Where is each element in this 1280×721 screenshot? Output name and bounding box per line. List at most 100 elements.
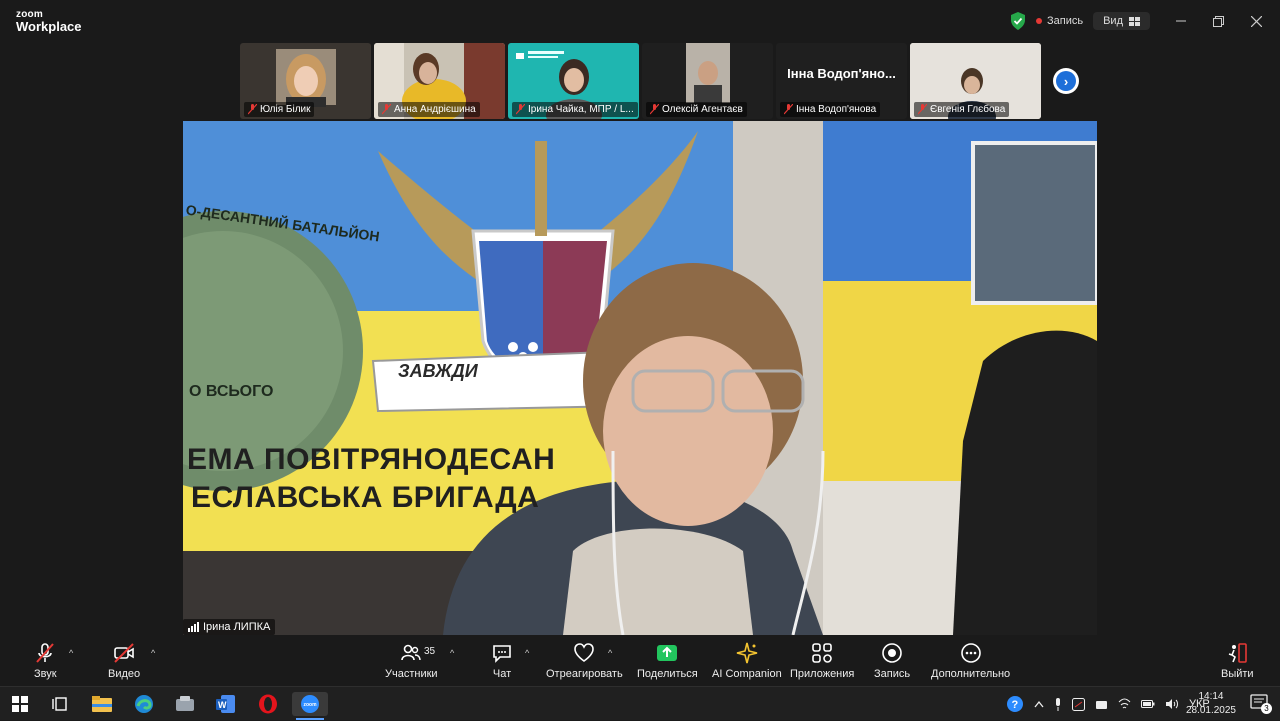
video-label: Видео	[108, 668, 141, 680]
view-button[interactable]: Вид	[1093, 12, 1150, 30]
leave-button[interactable]: Выйти	[1221, 642, 1254, 680]
participant-label: Євгенія Глєбова	[914, 102, 1010, 117]
more-button[interactable]: Дополнительно	[931, 642, 1010, 680]
app-button[interactable]	[173, 692, 197, 716]
clock[interactable]: 14:14 28.01.2025	[1186, 690, 1236, 718]
participant-tile[interactable]: Ірина Чайка, МПР / L...	[508, 43, 639, 119]
svg-text:W: W	[218, 700, 227, 710]
ai-companion-button[interactable]: AI Companion	[712, 642, 782, 680]
participant-name: Анна Андрієшина	[394, 104, 476, 115]
participant-name-card: Інна Водоп'яно...	[787, 65, 896, 81]
next-page-button[interactable]: ›	[1053, 68, 1079, 94]
react-caret-icon[interactable]: ^	[608, 648, 612, 658]
apps-button[interactable]: Приложения	[790, 642, 854, 680]
chat-caret-icon[interactable]: ^	[525, 648, 529, 658]
apps-icon	[812, 643, 832, 663]
chevron-right-icon: ›	[1056, 71, 1076, 91]
audio-options-caret-icon[interactable]: ^	[69, 648, 73, 658]
volume-icon[interactable]	[1165, 698, 1179, 710]
notification-count: 3	[1261, 703, 1272, 714]
video-button[interactable]: Видео	[108, 642, 140, 680]
participant-label: Ірина Чайка, МПР / L...	[512, 102, 638, 117]
battery-icon[interactable]	[1141, 699, 1155, 709]
participants-icon	[401, 644, 421, 661]
mic-muted-icon	[650, 104, 659, 115]
restore-icon	[1212, 15, 1224, 27]
chevron-up-icon[interactable]	[1034, 700, 1044, 708]
share-label: Поделиться	[637, 668, 698, 680]
edge-icon	[135, 695, 153, 713]
windows-start-button[interactable]	[8, 692, 32, 716]
encryption-shield-icon[interactable]	[1010, 12, 1026, 30]
participant-label: Анна Андрієшина	[378, 102, 480, 117]
task-view-icon	[52, 697, 67, 711]
participants-caret-icon[interactable]: ^	[450, 648, 454, 658]
camera-off-icon	[114, 643, 134, 663]
opera-button[interactable]	[256, 692, 280, 716]
zoom-tray-icon[interactable]	[1072, 697, 1085, 711]
speaker-name: Ірина ЛИПКА	[203, 621, 271, 633]
participant-label: Інна Водоп'янова	[780, 102, 881, 117]
video-options-caret-icon[interactable]: ^	[151, 648, 155, 658]
participant-name: Олексій Агентаєв	[662, 104, 743, 115]
share-screen-button[interactable]: Поделиться	[637, 642, 698, 680]
share-screen-icon	[657, 645, 678, 661]
participant-tile[interactable]: Юлія Білик	[240, 43, 371, 119]
svg-text:zoom: zoom	[304, 702, 318, 708]
sparkle-icon	[736, 642, 758, 664]
participant-tile[interactable]: Євгенія Глєбова	[910, 43, 1041, 119]
system-tray: ? УКР	[1006, 687, 1210, 721]
word-button[interactable]: W	[214, 692, 238, 716]
participant-tile[interactable]: Анна Андрієшина	[374, 43, 505, 119]
participant-name: Юлія Білик	[260, 104, 311, 115]
mic-muted-icon	[516, 104, 525, 115]
windows-icon	[12, 696, 28, 712]
audio-button[interactable]: Звук	[34, 642, 57, 680]
record-button[interactable]: Запись	[874, 642, 910, 680]
mic-muted-icon	[382, 104, 391, 115]
microphone-icon[interactable]	[1054, 697, 1062, 711]
grid-icon	[1129, 16, 1140, 26]
edge-button[interactable]	[132, 692, 156, 716]
task-view-button[interactable]	[48, 692, 72, 716]
clock-time: 14:14	[1198, 691, 1224, 702]
minimize-button[interactable]	[1163, 8, 1199, 34]
help-icon[interactable]: ?	[1006, 695, 1024, 713]
participant-label: Юлія Білик	[244, 102, 315, 117]
participant-name: Ірина Чайка, МПР / L...	[528, 104, 634, 115]
zoom-icon: zoom	[301, 695, 319, 713]
record-icon	[882, 643, 902, 663]
participant-name: Інна Водоп'янова	[796, 104, 877, 115]
logo-line2: Workplace	[16, 19, 82, 34]
ribbon-text: ЗАВЖДИ	[398, 361, 478, 381]
file-explorer-button[interactable]	[90, 692, 114, 716]
active-speaker-video[interactable]: ЕМА ПОВІТРЯНОДЕСАН ЕСЛАВСЬКА БРИГАДА ЗАВ…	[183, 121, 1097, 635]
more-label: Дополнительно	[931, 668, 1011, 680]
restore-button[interactable]	[1200, 8, 1236, 34]
participant-tile[interactable]: Олексій Агентаєв	[642, 43, 773, 119]
leave-label: Выйти	[1221, 668, 1254, 680]
notifications-button[interactable]: 3	[1250, 694, 1272, 714]
participant-label: Олексій Агентаєв	[646, 102, 747, 117]
participant-tile[interactable]: Інна Водоп'яно... Інна Водоп'янова	[776, 43, 907, 119]
recording-indicator[interactable]: Запись	[1036, 15, 1083, 27]
more-icon	[960, 643, 981, 663]
audio-label: Звук	[34, 668, 57, 680]
zoom-taskbar-button[interactable]: zoom	[292, 692, 328, 716]
zoom-logo: zoom Workplace	[16, 10, 82, 34]
clock-date: 28.01.2025	[1185, 705, 1236, 716]
chat-button[interactable]: Чат	[491, 642, 513, 680]
close-button[interactable]	[1238, 8, 1274, 34]
record-label: Запись	[874, 668, 911, 680]
apps-label: Приложения	[790, 668, 855, 680]
app-tray-icon[interactable]	[1095, 698, 1108, 711]
signal-strength-icon	[188, 622, 199, 632]
flag-text-line2: ЕСЛАВСЬКА БРИГАДА	[191, 481, 540, 514]
file-explorer-icon	[92, 696, 112, 712]
close-icon	[1250, 15, 1262, 27]
mic-muted-icon	[784, 104, 793, 115]
wifi-icon[interactable]	[1118, 698, 1131, 710]
flag-text-line1: ЕМА ПОВІТРЯНОДЕСАН	[187, 443, 556, 476]
recording-label: Запись	[1047, 15, 1084, 27]
heart-icon	[574, 643, 595, 662]
